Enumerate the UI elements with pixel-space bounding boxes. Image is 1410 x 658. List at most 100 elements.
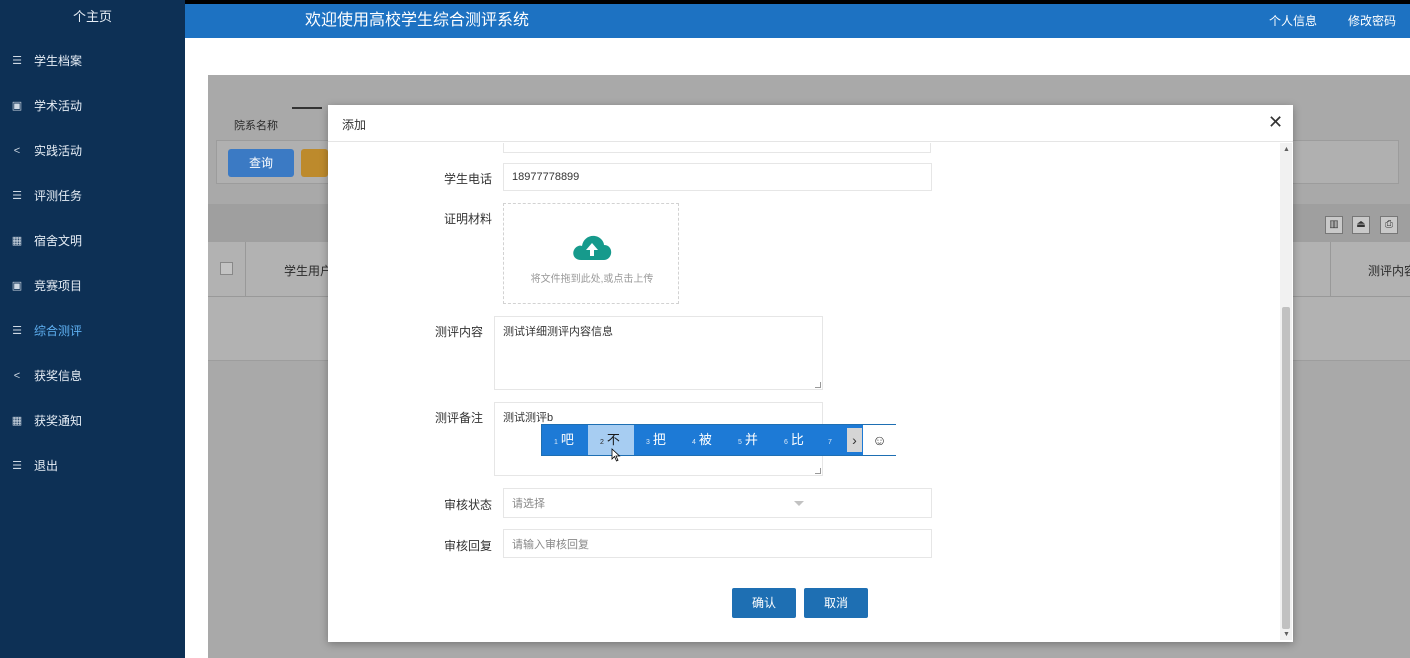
ime-candidate[interactable]: 3把	[634, 425, 680, 455]
cancel-button[interactable]: 取消	[804, 588, 868, 618]
status-label: 审核状态	[443, 498, 492, 512]
query-button[interactable]: 查询	[228, 149, 294, 177]
ime-candidate[interactable]: 6比	[772, 425, 818, 455]
sidebar-item-label: 综合测评	[34, 324, 83, 338]
scrollbar-thumb[interactable]	[1282, 307, 1290, 629]
column-divider	[245, 242, 246, 297]
top-header: 欢迎使用高校学生综合测评系统 个人信息 修改密码	[185, 4, 1410, 38]
previous-field-edge	[503, 143, 931, 153]
sidebar-item-contest[interactable]: ▣ 竞赛项目	[0, 263, 185, 308]
confirm-button[interactable]: 确认	[732, 588, 796, 618]
book-icon: ▣	[11, 280, 23, 292]
sidebar-item-eval-task[interactable]: ☰ 评测任务	[0, 173, 185, 218]
add-button[interactable]	[301, 149, 328, 177]
share-icon: <	[13, 369, 21, 382]
mouse-cursor-icon	[611, 448, 621, 462]
sidebar-item-award-notice[interactable]: ▦ 获奖通知	[0, 398, 185, 443]
page-title: 欢迎使用高校学生综合测评系统	[305, 12, 530, 29]
profile-link[interactable]: 个人信息	[1269, 12, 1317, 29]
tab-underline	[292, 107, 322, 109]
sidebar-item-label: 学生档案	[34, 54, 83, 68]
resize-handle[interactable]	[815, 382, 821, 388]
sidebar-item-dorm[interactable]: ▦ 宿舍文明	[0, 218, 185, 263]
export-icon[interactable]: ⏏	[1352, 216, 1370, 234]
note-text: 测试测评b	[503, 412, 554, 424]
sidebar-item-label: 评测任务	[34, 189, 83, 203]
candidate-number: 2	[600, 439, 604, 446]
candidate-text: 并	[744, 432, 758, 447]
change-password-link[interactable]: 修改密码	[1348, 12, 1396, 29]
sidebar-item-logout[interactable]: ☰ 退出	[0, 443, 185, 488]
candidate-text: 被	[698, 432, 712, 447]
ime-next-page-icon[interactable]: ›	[847, 428, 862, 452]
sidebar-item-label: 实践活动	[34, 144, 83, 158]
phone-input[interactable]: 18977778899	[503, 163, 932, 191]
candidate-text: 把	[652, 432, 666, 447]
proof-label: 证明材料	[443, 212, 492, 226]
candidate-number: 6	[784, 439, 788, 446]
sidebar-home[interactable]: 个主页	[0, 4, 185, 32]
list-icon: ☰	[12, 460, 22, 472]
upload-hint: 将文件拖到此处,或点击上传	[530, 274, 654, 285]
share-icon: <	[13, 144, 21, 157]
ime-candidate[interactable]: 7是	[818, 425, 847, 455]
main-left-gutter	[185, 75, 208, 658]
dialog-scrollbar[interactable]: ▲ ▼	[1280, 143, 1292, 640]
sidebar: 个主页 ☰ 学生档案 ▣ 学术活动 < 实践活动 ☰ 评测任务 ▦ 宿舍文明 ▣…	[0, 0, 185, 658]
note-label: 测评备注	[434, 411, 483, 425]
ime-candidate[interactable]: 4被	[680, 425, 726, 455]
upload-area[interactable]: 将文件拖到此处,或点击上传	[503, 203, 679, 304]
book-icon: ▣	[11, 100, 23, 112]
candidate-number: 3	[646, 439, 650, 446]
candidate-number: 1	[554, 439, 558, 446]
column-header-student: 学生用户	[284, 264, 328, 278]
sidebar-item-awards[interactable]: < 获奖信息	[0, 353, 185, 398]
sidebar-item-label: 学术活动	[34, 99, 83, 113]
dialog-title: 添加	[342, 118, 367, 132]
candidate-text: 吧	[560, 432, 574, 447]
phone-label: 学生电话	[443, 172, 492, 186]
main-top-area	[185, 38, 1410, 75]
sidebar-item-label: 退出	[34, 459, 59, 473]
cloud-upload-icon	[573, 235, 612, 260]
sidebar-item-academic[interactable]: ▣ 学术活动	[0, 83, 185, 128]
candidate-number: 5	[738, 439, 742, 446]
scroll-up-icon[interactable]: ▲	[1283, 146, 1290, 153]
scroll-down-icon[interactable]: ▼	[1283, 631, 1290, 638]
list-icon: ☰	[12, 190, 22, 202]
column-divider	[1330, 242, 1331, 297]
content-text: 测试详细测评内容信息	[503, 326, 613, 338]
content-label: 测评内容	[434, 325, 483, 339]
ime-candidate-bar: 1吧 2不 3把 4被 5并 6比 7是 › ☺	[541, 424, 896, 456]
candidate-text: 不	[606, 432, 620, 447]
ime-candidate[interactable]: 5并	[726, 425, 772, 455]
search-label: 院系名称	[234, 120, 278, 132]
sidebar-item-student-archive[interactable]: ☰ 学生档案	[0, 38, 185, 83]
sidebar-item-label: 获奖通知	[34, 414, 83, 428]
candidate-number: 7	[828, 439, 832, 446]
grid-icon: ▦	[11, 415, 23, 427]
sidebar-item-label: 宿舍文明	[34, 234, 83, 248]
reply-label: 审核回复	[443, 539, 492, 553]
chevron-down-icon[interactable]	[794, 501, 804, 506]
grid-icon: ▦	[11, 235, 23, 247]
ime-candidate[interactable]: 1吧	[542, 425, 588, 455]
select-all-checkbox[interactable]	[220, 262, 233, 275]
list-icon: ☰	[12, 325, 22, 337]
print-icon[interactable]: ⎙	[1380, 216, 1398, 234]
sidebar-item-practice[interactable]: < 实践活动	[0, 128, 185, 173]
columns-icon[interactable]: ▥	[1325, 216, 1343, 234]
resize-handle[interactable]	[815, 468, 821, 474]
list-icon: ☰	[12, 55, 22, 67]
sidebar-item-comprehensive-eval[interactable]: ☰ 综合测评	[0, 308, 185, 353]
column-header-content: 测评内容	[1368, 264, 1410, 278]
emoji-icon[interactable]: ☺	[863, 425, 896, 455]
close-icon[interactable]: ✕	[1268, 113, 1283, 131]
sidebar-item-label: 获奖信息	[34, 369, 83, 383]
status-select[interactable]: 请选择	[503, 488, 932, 518]
sidebar-menu: ☰ 学生档案 ▣ 学术活动 < 实践活动 ☰ 评测任务 ▦ 宿舍文明 ▣ 竞赛项…	[0, 38, 185, 488]
reply-input[interactable]: 请输入审核回复	[503, 529, 932, 558]
dialog-header: 添加 ✕	[328, 105, 1293, 142]
candidate-text: 比	[790, 432, 804, 447]
content-textarea[interactable]: 测试详细测评内容信息	[494, 316, 823, 390]
